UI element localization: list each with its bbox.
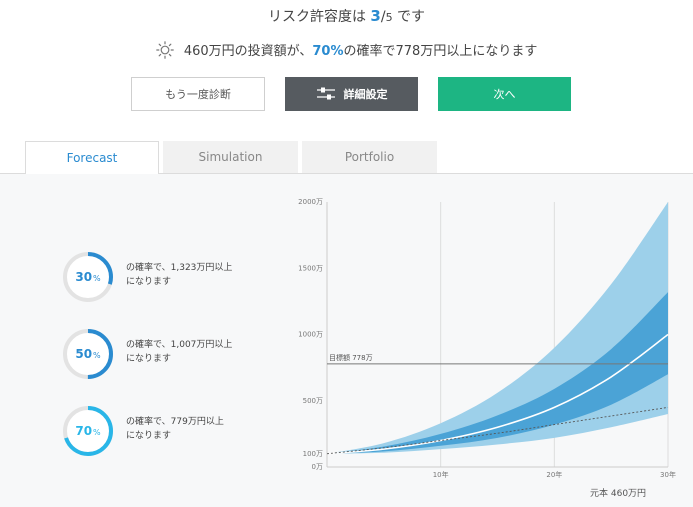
forecast-chart: 目標額 778万 0万 100万 500万 1000万 1500万 2000万 10年 20年 3…	[298, 198, 676, 479]
probability-item-30: 30% の確率で、1,323万円以上 になります	[62, 251, 262, 303]
summary-percent: 70%	[312, 44, 344, 59]
probability-text: の確率で、779万円以上 になります	[126, 417, 224, 441]
probability-text: の確率で、1,007万円以上 になります	[126, 340, 233, 364]
y-tick-label: 1000万	[298, 331, 323, 339]
risk-max: 5	[385, 11, 393, 24]
y-tick-label: 100万	[303, 450, 323, 458]
detail-settings-label: 詳細設定	[343, 88, 388, 101]
sun-icon	[155, 41, 174, 63]
tab-portfolio[interactable]: Portfolio	[302, 141, 437, 173]
target-label: 目標額 778万	[329, 353, 373, 362]
risk-suffix: です	[397, 9, 426, 25]
y-tick-label: 2000万	[298, 198, 323, 206]
probability-text: の確率で、1,323万円以上 になります	[126, 263, 233, 287]
y-tick-label: 1500万	[298, 264, 323, 272]
x-tick-label: 20年	[546, 470, 562, 479]
risk-prefix: リスク許容度は	[267, 9, 366, 25]
probability-item-70: 70% の確率で、779万円以上 になります	[62, 405, 262, 457]
retry-diagnosis-button[interactable]: もう一度診断	[131, 77, 265, 111]
next-button[interactable]: 次へ	[438, 77, 571, 111]
probability-percent: 30%	[75, 270, 101, 284]
probability-percent: 50%	[75, 347, 101, 361]
probability-item-50: 50% の確率で、1,007万円以上 になります	[62, 328, 262, 380]
x-tick-label: 30年	[660, 470, 676, 479]
risk-value: 3	[370, 7, 381, 25]
summary-suffix: の確率で778万円以上になります	[343, 44, 538, 59]
tab-simulation[interactable]: Simulation	[163, 141, 298, 173]
forecast-summary: 460万円の投資額が、70%の確率で778万円以上になります	[0, 40, 693, 63]
detail-settings-button[interactable]: 詳細設定	[285, 77, 418, 111]
y-tick-label: 0万	[312, 463, 323, 471]
probability-percent: 70%	[75, 424, 101, 438]
summary-prefix: 460万円の投資額が、	[183, 44, 313, 59]
x-tick-label: 10年	[433, 470, 449, 479]
principal-label: 元本 460万円	[590, 489, 647, 499]
y-tick-label: 500万	[303, 397, 323, 405]
risk-tolerance-line: リスク許容度は 3/5 です	[0, 6, 693, 26]
sliders-icon	[316, 87, 335, 100]
tab-forecast[interactable]: Forecast	[25, 141, 159, 174]
